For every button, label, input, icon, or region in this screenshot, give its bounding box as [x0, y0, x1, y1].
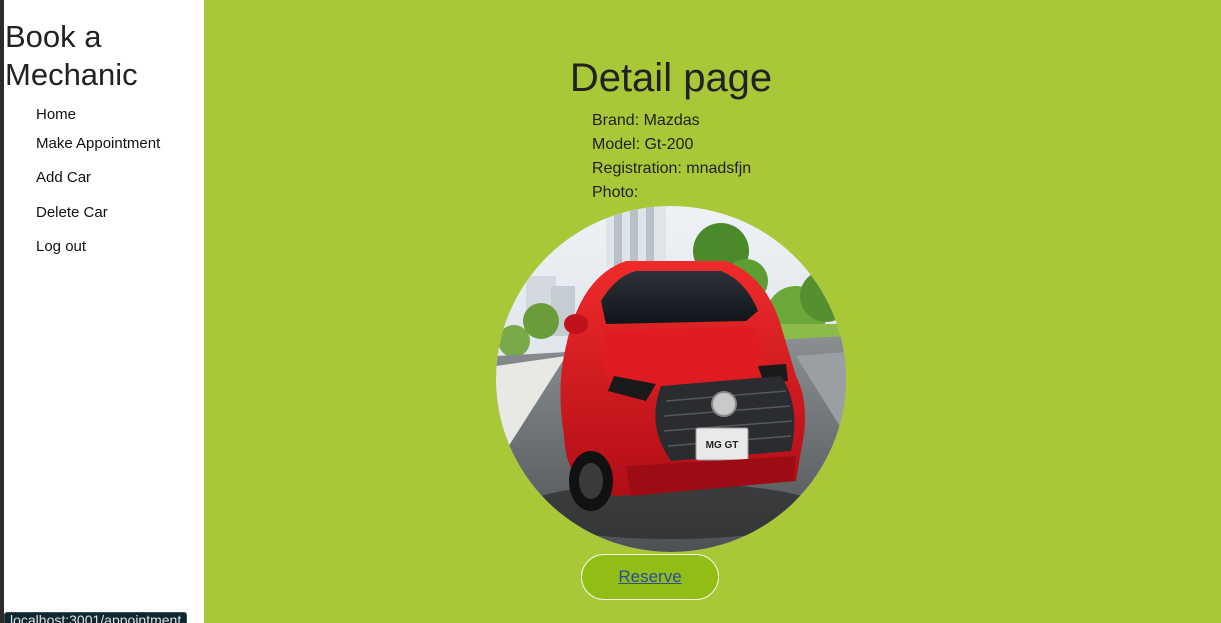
nav-log-out[interactable]: Log out	[36, 238, 86, 255]
page-title: Detail page	[569, 56, 773, 100]
nav-make-appointment[interactable]: Make Appointment	[36, 135, 160, 152]
brand-row: Brand: Mazdas	[592, 112, 700, 130]
model-value: Gt-200	[644, 136, 694, 153]
brand-value: Mazdas	[643, 112, 700, 129]
photo-label: Photo:	[592, 184, 639, 201]
nav-home[interactable]: Home	[36, 106, 76, 123]
plate-text: MG GT	[706, 440, 739, 451]
detail-content: Detail page Brand: Mazdas Model: Gt-200 …	[204, 0, 1221, 623]
reserve-button[interactable]: Reserve	[581, 554, 719, 600]
model-row: Model: Gt-200	[592, 136, 693, 154]
car-illustration: MG GT	[496, 206, 846, 552]
status-url: localhost:3001/appointment	[4, 612, 188, 623]
registration-row: Registration: mnadsfjn	[592, 160, 751, 178]
brand-label: Brand:	[592, 112, 640, 129]
app-brand: Book a Mechanic	[5, 18, 138, 94]
nav-delete-car[interactable]: Delete Car	[36, 204, 108, 221]
reserve-link[interactable]: Reserve	[618, 567, 681, 587]
photo-row: Photo:	[592, 184, 638, 202]
model-label: Model:	[592, 136, 641, 153]
brand-line-1: Book a	[5, 19, 102, 54]
registration-value: mnadsfjn	[686, 160, 752, 177]
registration-label: Registration:	[592, 160, 682, 177]
sidebar: Book a Mechanic Home Make Appointment Ad…	[4, 0, 204, 623]
nav-add-car[interactable]: Add Car	[36, 169, 91, 186]
car-photo: MG GT	[496, 206, 846, 552]
brand-line-2: Mechanic	[5, 57, 138, 92]
